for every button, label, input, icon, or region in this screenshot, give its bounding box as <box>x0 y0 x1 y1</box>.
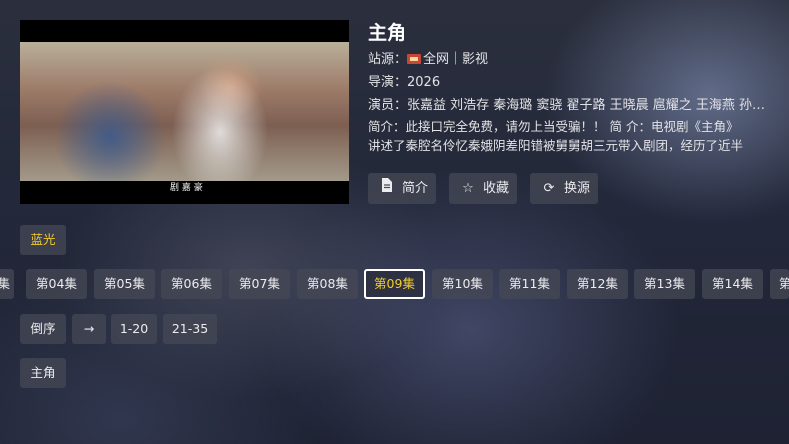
episode-item[interactable]: 第07集 <box>229 269 290 299</box>
page-title: 主角 <box>368 22 407 44</box>
source-name: 全网｜影视 <box>423 52 489 67</box>
quality-chip[interactable]: 蓝光 <box>20 225 66 255</box>
document-icon <box>380 173 394 204</box>
intro-button-label: 简介 <box>402 181 429 196</box>
description: 简介：此接口完全免费，请勿上当受骗！！ 简 介：电视剧《主角》 讲述了秦腔名伶忆… <box>368 117 768 155</box>
star-icon: ☆ <box>462 181 474 196</box>
episode-item[interactable]: 第12集 <box>567 269 628 299</box>
tv-icon <box>407 54 422 64</box>
description-line: 讲述了秦腔名伶忆秦娥阴差阳错被舅舅胡三元带入剧团，经历了近半 <box>368 138 744 153</box>
episode-item[interactable]: 第 <box>770 269 789 299</box>
episode-item[interactable]: 第13集 <box>634 269 695 299</box>
favorite-button-label: 收藏 <box>483 181 510 196</box>
series-tag[interactable]: 主角 <box>20 358 66 388</box>
video-player[interactable]: 剧 嘉 豪 <box>20 20 349 204</box>
episode-item[interactable]: 第14集 <box>702 269 763 299</box>
episode-item[interactable]: 集 <box>0 269 14 299</box>
source-label: 站源： <box>368 52 408 67</box>
range-21-35-button[interactable]: 21-35 <box>163 314 217 344</box>
episode-item-selected[interactable]: 第09集 <box>364 269 425 299</box>
switch-source-label: 换源 <box>564 181 591 196</box>
director-row: 导演：2026 <box>368 75 441 90</box>
episode-item[interactable]: 第10集 <box>432 269 493 299</box>
intro-button[interactable]: 简介 <box>368 173 436 204</box>
cast-row: 演员：张嘉益 刘浩存 秦海璐 窦骁 翟子路 王晓晨 扈耀之 王海燕 孙… <box>368 98 766 113</box>
description-line: 简介：此接口完全免费，请勿上当受骗！！ 简 介：电视剧《主角》 <box>368 119 739 134</box>
refresh-icon: ⟳ <box>543 181 555 196</box>
video-frame: 剧 嘉 豪 <box>20 42 349 193</box>
episode-item[interactable]: 第06集 <box>161 269 222 299</box>
episode-item[interactable]: 第08集 <box>297 269 358 299</box>
episode-item[interactable]: 第11集 <box>499 269 560 299</box>
detail-info: 主角 站源： 全网｜影视 导演：2026 演员：张嘉益 刘浩存 秦海璐 窦骁 翟子… <box>368 20 768 155</box>
switch-source-button[interactable]: ⟳ 换源 <box>530 173 598 204</box>
source-row: 站源： 全网｜影视 <box>368 48 768 71</box>
arrow-right-icon[interactable]: → <box>72 314 106 344</box>
favorite-button[interactable]: ☆ 收藏 <box>449 173 517 204</box>
episode-item[interactable]: 第05集 <box>94 269 155 299</box>
video-watermark: 剧 嘉 豪 <box>170 183 203 193</box>
range-1-20-button[interactable]: 1-20 <box>111 314 157 344</box>
episode-item[interactable]: 第04集 <box>26 269 87 299</box>
reverse-order-button[interactable]: 倒序 <box>20 314 66 344</box>
